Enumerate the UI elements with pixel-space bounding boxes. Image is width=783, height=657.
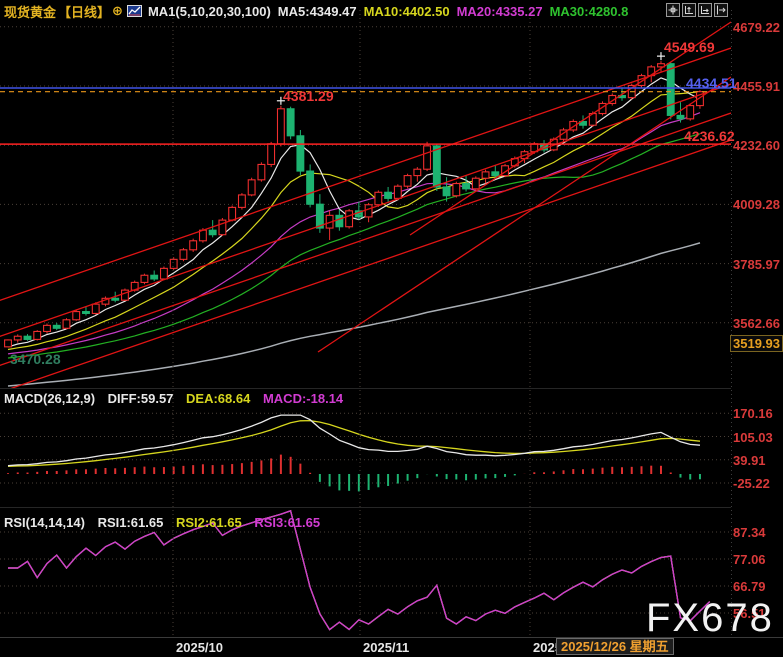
- rsi3-value: RSI3:61.65: [254, 515, 320, 530]
- ma10-value: MA10:4402.50: [364, 4, 450, 19]
- last-price-label: 4434.51: [686, 75, 737, 91]
- macd-settings-label: MACD(26,12,9): [4, 391, 95, 406]
- hline-price-label: 4236.62: [684, 128, 735, 144]
- time-axis-label: 2025/11: [363, 640, 409, 655]
- macd-axis-label: 39.91: [733, 453, 766, 468]
- dec-high-label: 4549.69: [664, 39, 715, 55]
- rsi2-value: RSI2:61.65: [176, 515, 242, 530]
- circle-plus-icon[interactable]: ⊕: [112, 3, 123, 19]
- rsi-axis-label: 77.06: [733, 552, 766, 567]
- oct-peak-label: 4381.29: [283, 88, 334, 104]
- ma30-value: MA30:4280.8: [550, 4, 629, 19]
- scale-time-axis-icon[interactable]: [698, 3, 712, 17]
- time-axis-label: 2025/10: [176, 640, 223, 655]
- rsi-header: RSI(14,14,14) RSI1:61.65 RSI2:61.65 RSI3…: [4, 515, 329, 530]
- ma-settings-label: MA1(5,10,20,30,100): [148, 4, 271, 19]
- start-low-label: 3470.28: [10, 351, 61, 367]
- macd-value: MACD:-18.14: [263, 391, 343, 406]
- macd-axis-label: 105.03: [733, 430, 773, 445]
- price-axis-label: 4232.60: [733, 138, 780, 153]
- chart-toolbar: [666, 3, 728, 17]
- dea-value: DEA:68.64: [186, 391, 250, 406]
- symbol-title: 现货黄金: [4, 2, 56, 21]
- diff-value: DIFF:59.57: [108, 391, 174, 406]
- price-axis-label: 3562.66: [733, 316, 780, 331]
- pan-right-icon[interactable]: [714, 3, 728, 17]
- ma5-value: MA5:4349.47: [278, 4, 357, 19]
- price-axis-label: 4679.22: [733, 20, 780, 35]
- move-tool-icon[interactable]: [666, 3, 680, 17]
- rsi-axis-label: 66.79: [733, 579, 766, 594]
- price-axis-label: 4009.28: [733, 197, 780, 212]
- fx678-watermark: FX678: [646, 596, 774, 641]
- macd-axis-label: -25.22: [733, 476, 770, 491]
- line-chart-icon[interactable]: [127, 5, 142, 17]
- rsi-settings-label: RSI(14,14,14): [4, 515, 85, 530]
- chart-window: 现货黄金 【日线】 ⊕ MA1(5,10,20,30,100) MA5:4349…: [0, 0, 783, 657]
- price-axis-label: 4455.91: [733, 79, 780, 94]
- rsi1-value: RSI1:61.65: [98, 515, 164, 530]
- chart-canvas[interactable]: [0, 0, 783, 657]
- axis-price-box: 3519.93: [730, 335, 783, 352]
- macd-axis-label: 170.16: [733, 406, 773, 421]
- period-label: 【日线】: [58, 2, 110, 21]
- ma20-value: MA20:4335.27: [457, 4, 543, 19]
- price-axis-label: 3785.97: [733, 257, 780, 272]
- scale-price-axis-icon[interactable]: [682, 3, 696, 17]
- macd-header: MACD(26,12,9) DIFF:59.57 DEA:68.64 MACD:…: [4, 391, 352, 406]
- rsi-axis-label: 87.34: [733, 525, 766, 540]
- chart-header: 现货黄金 【日线】 ⊕ MA1(5,10,20,30,100) MA5:4349…: [4, 2, 635, 20]
